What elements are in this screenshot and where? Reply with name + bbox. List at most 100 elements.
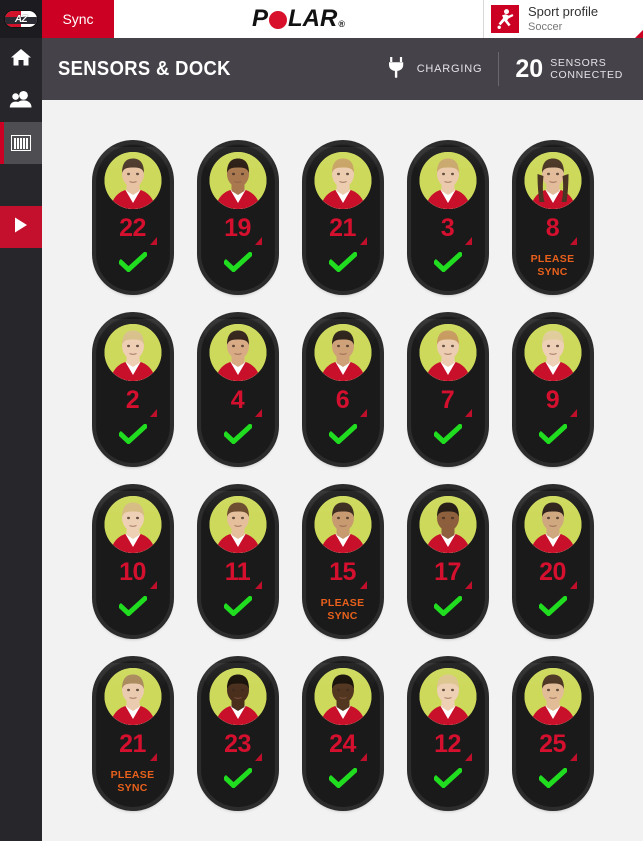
please-sync-line2: SYNC	[327, 609, 358, 622]
sensors-connected-label: SENSORS CONNECTED	[550, 57, 623, 82]
polar-logo-pre: P	[252, 5, 269, 32]
play-icon	[13, 216, 29, 239]
logo-text: AZ	[14, 13, 28, 25]
sensor-card[interactable]: 9	[515, 316, 590, 463]
sensor-cell: 15 PLEASE SYNC	[290, 488, 395, 635]
sensor-card[interactable]: 21 PLEASE SYNC	[95, 660, 170, 807]
green-checkmark-icon	[326, 766, 359, 792]
player-avatar	[314, 668, 371, 725]
corner-marker-icon	[569, 237, 577, 245]
sensor-card[interactable]: 25	[515, 660, 590, 807]
sidebar-item-home[interactable]	[0, 38, 42, 80]
player-avatar	[314, 152, 371, 209]
polar-logo: P LAR ®	[252, 5, 345, 33]
soccer-player-icon	[491, 5, 519, 33]
dock-icon	[11, 135, 31, 151]
sensor-card[interactable]: 23	[200, 660, 275, 807]
corner-marker-icon	[569, 581, 577, 589]
sensor-cell: 9	[500, 316, 605, 463]
sensor-cell: 7	[395, 316, 500, 463]
player-number: 22	[119, 214, 146, 242]
charging-status: CHARGING	[388, 56, 483, 83]
sensor-card[interactable]: 7	[410, 316, 485, 463]
sensor-cell: 19	[185, 144, 290, 291]
sensor-status	[306, 422, 380, 449]
player-number: 21	[329, 214, 356, 242]
green-checkmark-icon	[116, 422, 149, 448]
sensor-status	[516, 594, 590, 621]
sport-profile-selector[interactable]: Sport profile Soccer	[483, 0, 643, 38]
player-number: 3	[440, 214, 455, 242]
sensors-connected-line1: SENSORS	[550, 56, 607, 69]
player-avatar	[209, 152, 266, 209]
player-avatar	[419, 324, 476, 381]
sensor-cell: 6	[290, 316, 395, 463]
green-checkmark-icon	[326, 250, 359, 276]
corner-marker-icon	[635, 30, 643, 38]
player-number: 8	[545, 214, 560, 242]
sensor-card[interactable]: 22	[95, 144, 170, 291]
sensor-cell: 11	[185, 488, 290, 635]
az-alkmaar-logo: AZ	[4, 10, 38, 28]
green-checkmark-icon	[536, 422, 569, 448]
sensor-status	[201, 250, 275, 277]
team-icon	[9, 90, 33, 113]
player-number: 24	[329, 730, 356, 758]
player-avatar	[419, 152, 476, 209]
sensor-card[interactable]: 15 PLEASE SYNC	[305, 488, 380, 635]
sensor-card[interactable]: 3	[410, 144, 485, 291]
player-number: 15	[329, 558, 356, 586]
sync-button-label: Sync	[62, 11, 94, 27]
green-checkmark-icon	[326, 422, 359, 448]
corner-marker-icon	[359, 581, 367, 589]
sensor-status	[96, 250, 170, 277]
player-avatar	[209, 324, 266, 381]
sensor-card[interactable]: 6	[305, 316, 380, 463]
green-checkmark-icon	[221, 594, 254, 620]
corner-marker-icon	[254, 581, 262, 589]
sensor-card[interactable]: 4	[200, 316, 275, 463]
player-avatar	[104, 668, 161, 725]
polar-red-circle-icon	[269, 11, 288, 29]
sensor-status	[306, 250, 380, 277]
corner-marker-icon	[254, 753, 262, 761]
player-number: 4	[230, 386, 245, 414]
player-number: 17	[434, 558, 461, 586]
sensor-card[interactable]: 19	[200, 144, 275, 291]
sensor-cell: 17	[395, 488, 500, 635]
player-avatar	[104, 152, 161, 209]
green-checkmark-icon	[431, 422, 464, 448]
sensor-card[interactable]: 17	[410, 488, 485, 635]
corner-marker-icon	[569, 753, 577, 761]
sensor-card[interactable]: 12	[410, 660, 485, 807]
player-number: 20	[539, 558, 566, 586]
sensor-cell: 8 PLEASE SYNC	[500, 144, 605, 291]
corner-marker-icon	[464, 753, 472, 761]
player-number: 6	[335, 386, 350, 414]
sidebar-item-sensors-dock[interactable]	[0, 122, 42, 164]
player-number: 9	[545, 386, 560, 414]
sensor-card[interactable]: 21	[305, 144, 380, 291]
green-checkmark-icon	[221, 422, 254, 448]
sensor-card[interactable]: 11	[200, 488, 275, 635]
page-title: SENSORS & DOCK	[58, 57, 231, 80]
player-number: 7	[440, 386, 455, 414]
power-plug-icon	[388, 56, 405, 83]
sidebar-item-team[interactable]	[0, 80, 42, 122]
sensor-card[interactable]: 2	[95, 316, 170, 463]
player-avatar	[104, 324, 161, 381]
sensor-status	[96, 422, 170, 449]
player-avatar	[419, 496, 476, 553]
sport-profile-text: Sport profile Soccer	[528, 4, 598, 32]
sidebar-record-button[interactable]	[0, 206, 42, 248]
sensor-card[interactable]: 20	[515, 488, 590, 635]
sensor-card[interactable]: 10	[95, 488, 170, 635]
sensor-status	[411, 250, 485, 277]
sensor-card[interactable]: 24	[305, 660, 380, 807]
sensor-card[interactable]: 8 PLEASE SYNC	[515, 144, 590, 291]
sensor-cell: 21 PLEASE SYNC	[80, 660, 185, 807]
corner-marker-icon	[254, 237, 262, 245]
sync-button[interactable]: Sync	[42, 0, 114, 38]
sensor-status	[516, 766, 590, 793]
team-logo-cell[interactable]: AZ	[0, 0, 42, 38]
